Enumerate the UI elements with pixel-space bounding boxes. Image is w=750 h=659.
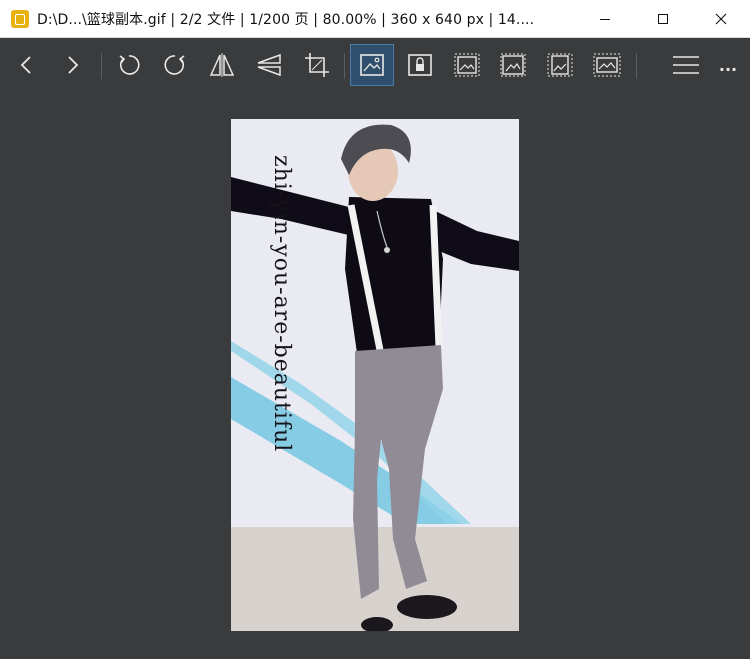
fit-height-button[interactable]	[538, 44, 582, 86]
fill-screen-icon	[593, 53, 621, 77]
image-viewport[interactable]: zhi-yin-you-are-beautiful	[0, 92, 750, 659]
original-size-button[interactable]	[445, 44, 489, 86]
fit-height-icon	[547, 53, 573, 77]
chevron-left-icon	[20, 56, 31, 74]
flip-vertical-button[interactable]	[247, 44, 291, 86]
watermark-text: zhi-yin-you-are-beautiful	[269, 155, 294, 452]
toolbar: ...	[0, 38, 750, 92]
fit-window-button[interactable]	[350, 44, 394, 86]
dancer-photo: zhi-yin-you-are-beautiful	[231, 119, 519, 631]
rotate-right-button[interactable]	[153, 44, 197, 86]
hamburger-menu-icon	[673, 56, 699, 74]
crop-icon	[305, 53, 329, 77]
title-bar: D:\D...\篮球副本.gif | 2/2 文件 | 1/200 页 | 80…	[0, 0, 750, 38]
crop-button[interactable]	[295, 44, 339, 86]
flip-horizontal-icon	[209, 53, 235, 77]
toolbar-separator	[344, 53, 345, 79]
chevron-right-icon	[68, 56, 79, 74]
toolbar-separator	[636, 53, 637, 79]
flip-vertical-icon	[257, 53, 281, 77]
fit-width-button[interactable]	[491, 44, 535, 86]
fit-width-icon	[500, 53, 526, 77]
image-viewer-app-icon	[11, 9, 29, 28]
window-title: D:\D...\篮球副本.gif | 2/2 文件 | 1/200 页 | 80…	[37, 11, 535, 28]
minimize-icon	[600, 19, 610, 20]
toolbar-separator	[101, 53, 102, 79]
displayed-image: zhi-yin-you-are-beautiful	[231, 119, 519, 631]
close-button[interactable]	[692, 0, 750, 38]
rotate-left-icon	[119, 55, 140, 75]
more-button[interactable]: ...	[706, 44, 750, 86]
menu-button[interactable]	[664, 44, 708, 86]
flip-horizontal-button[interactable]	[200, 44, 244, 86]
maximize-button[interactable]	[634, 0, 692, 38]
original-size-icon	[454, 53, 480, 77]
rotate-left-button[interactable]	[107, 44, 151, 86]
previous-button[interactable]	[5, 44, 49, 86]
window-controls	[576, 0, 750, 38]
maximize-icon	[658, 14, 668, 24]
fill-screen-button[interactable]	[585, 44, 629, 86]
rotate-right-icon	[164, 55, 185, 75]
close-icon	[715, 13, 727, 25]
lock-zoom-button[interactable]	[398, 44, 442, 86]
fit-window-picture-icon	[360, 54, 384, 76]
next-button[interactable]	[50, 44, 94, 86]
lock-icon	[408, 54, 432, 76]
minimize-button[interactable]	[576, 0, 634, 38]
